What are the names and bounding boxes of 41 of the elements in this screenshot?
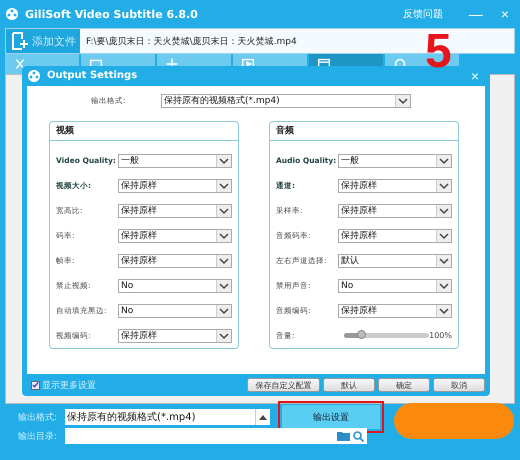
field-label: 输出格式: [18, 412, 58, 424]
dropdown-field[interactable]: 保持原样 [118, 254, 232, 268]
dialog-button[interactable]: 默认 [323, 378, 375, 392]
group-title: 视频 [56, 124, 74, 138]
dropdown-field[interactable]: 一般 [118, 154, 232, 168]
dropdown-field[interactable]: 保持原样 [338, 204, 452, 218]
output-folder-field[interactable] [65, 428, 368, 444]
dropdown-field[interactable]: No [118, 278, 232, 293]
output-settings-button[interactable]: 输出设置 [282, 405, 380, 429]
dropdown-field[interactable]: 保持原样 [338, 304, 452, 318]
dropdown-field[interactable]: 保持原样 [118, 228, 232, 243]
film-reel-icon [5, 7, 19, 21]
field-label: 输出目录: [18, 430, 58, 442]
dropdown-field[interactable]: No [338, 278, 452, 293]
dropdown-field[interactable]: 保持原样 [118, 328, 232, 343]
dropdown-field[interactable]: 保持原样 [338, 178, 452, 193]
annotation-number: 5 [425, 28, 452, 76]
dialog-title: Output Settings [47, 70, 138, 82]
film-reel-icon [27, 68, 41, 83]
dropdown-field[interactable]: No [118, 304, 232, 318]
dropdown-field[interactable]: 保持原样 [118, 178, 232, 193]
volume-reading: 100% [429, 331, 452, 340]
format-field[interactable]: 保持原有的视频格式(*.mp4) [65, 409, 270, 425]
window-title: GiliSoft Video Subtitle 6.8.0 [25, 8, 199, 20]
dropdown-field[interactable]: 默认 [338, 254, 452, 268]
checkbox[interactable] [31, 380, 40, 390]
file-path: F:\要\庞贝末日：天火焚城\庞贝末日：天火焚城.mp4 [86, 36, 297, 48]
dropdown-field[interactable]: 一般 [338, 154, 452, 168]
group-title: 音频 [276, 124, 294, 138]
add-file-icon [10, 31, 30, 51]
checkbox-label: 显示更多设置 [42, 380, 96, 392]
dropdown-field[interactable]: 保持原样 [118, 204, 232, 218]
search-icon[interactable] [353, 430, 364, 442]
folder-icon[interactable] [337, 431, 350, 441]
format-dropdown[interactable]: 保持原有的视频格式(*.mp4) [161, 94, 411, 108]
dialog-button[interactable]: 保存自定义配置 [247, 378, 320, 392]
volume-slider[interactable] [344, 333, 430, 338]
dropdown-field[interactable]: 保持原样 [338, 228, 452, 243]
dialog-button[interactable]: 确定 [378, 378, 430, 392]
dialog-button[interactable]: 取消 [433, 378, 485, 392]
up-arrow-icon [259, 414, 268, 420]
